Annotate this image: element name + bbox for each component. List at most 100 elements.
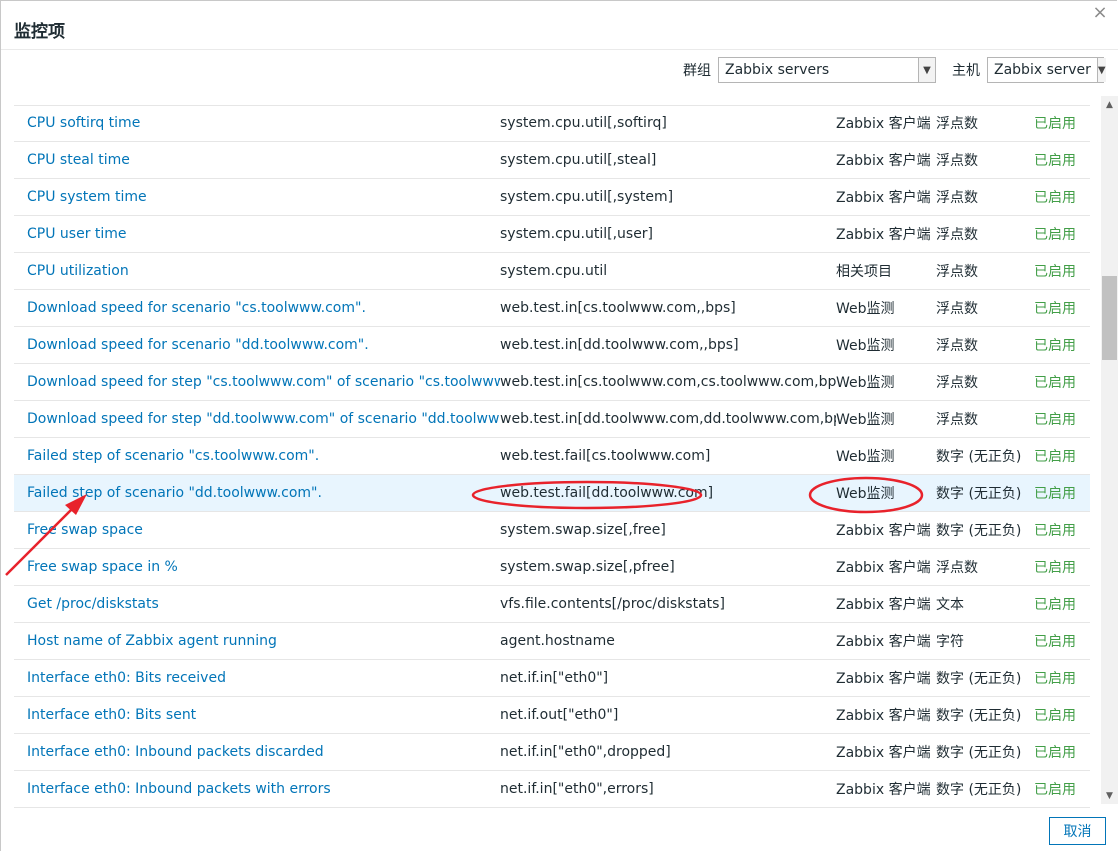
item-value-type: 浮点数 (936, 560, 978, 576)
item-value-type: 字符 (936, 634, 964, 650)
table-row: Download speed for step "cs.toolwww.com"… (14, 364, 1090, 401)
item-key: net.if.out["eth0"] (500, 707, 619, 723)
item-value-type: 文本 (936, 597, 964, 613)
item-status[interactable]: 已启用 (1034, 668, 1090, 688)
dialog-title: 监控项 (14, 22, 65, 42)
item-value-type: 浮点数 (936, 116, 978, 132)
item-status[interactable]: 已启用 (1034, 187, 1090, 207)
table-row: Host name of Zabbix agent running agent.h… (14, 623, 1090, 660)
table-row: Interface eth0: Inbound packets with err… (14, 771, 1090, 808)
vertical-scrollbar[interactable]: ▲ ▼ (1101, 96, 1118, 804)
group-select[interactable]: Zabbix servers ▼ (718, 57, 936, 83)
item-name-link[interactable]: Get /proc/diskstats (14, 596, 500, 612)
item-key: web.test.fail[dd.toolwww.com] (500, 485, 714, 501)
item-status[interactable]: 已启用 (1034, 779, 1090, 799)
item-name-link[interactable]: Download speed for step "cs.toolwww.com"… (14, 374, 500, 390)
item-key: net.if.in["eth0",dropped] (500, 744, 671, 760)
scroll-down-arrow-icon[interactable]: ▼ (1101, 787, 1118, 804)
host-select[interactable]: Zabbix server ▼ (987, 57, 1106, 83)
scroll-up-arrow-icon[interactable]: ▲ (1101, 96, 1118, 113)
item-type: Zabbix 客户端 (836, 190, 931, 206)
item-name-link[interactable]: Download speed for scenario "dd.toolwww.… (14, 337, 500, 353)
item-status[interactable]: 已启用 (1034, 594, 1090, 614)
host-filter-label: 主机 (952, 63, 980, 79)
item-type: Zabbix 客户端 (836, 634, 931, 650)
item-type: Zabbix 客户端 (836, 560, 931, 576)
item-key: agent.hostname (500, 633, 615, 649)
item-status[interactable]: 已启用 (1034, 298, 1090, 318)
item-status[interactable]: 已启用 (1034, 446, 1090, 466)
item-type: Web监测 (836, 449, 895, 465)
item-status[interactable]: 已启用 (1034, 631, 1090, 651)
item-name-link[interactable]: Interface eth0: Bits sent (14, 707, 500, 723)
item-type: Zabbix 客户端 (836, 523, 931, 539)
chevron-down-icon: ▼ (1096, 58, 1106, 82)
host-select-value: Zabbix server (994, 62, 1091, 78)
item-status[interactable]: 已启用 (1034, 705, 1090, 725)
item-name-link[interactable]: CPU utilization (14, 263, 500, 279)
item-name-link[interactable]: CPU softirq time (14, 115, 500, 131)
item-key: system.swap.size[,pfree] (500, 559, 675, 575)
item-key: web.test.in[cs.toolwww.com,,bps] (500, 300, 736, 316)
item-name-link[interactable]: CPU system time (14, 189, 500, 205)
item-name-link[interactable]: Download speed for scenario "cs.toolwww.… (14, 300, 500, 316)
item-type: Web监测 (836, 338, 895, 354)
table-row: CPU steal time system.cpu.util[,steal] Zab… (14, 142, 1090, 179)
item-type: Zabbix 客户端 (836, 597, 931, 613)
item-status[interactable]: 已启用 (1034, 409, 1090, 429)
item-name-link[interactable]: Free swap space in % (14, 559, 500, 575)
scroll-thumb[interactable] (1102, 276, 1117, 360)
item-name-link[interactable]: Failed step of scenario "dd.toolwww.com"… (14, 485, 500, 501)
item-key: web.test.fail[cs.toolwww.com] (500, 448, 711, 464)
table-row: CPU utilization system.cpu.util 相关项目 浮点数 已启用 (14, 253, 1090, 290)
item-value-type: 浮点数 (936, 153, 978, 169)
item-status[interactable]: 已启用 (1034, 113, 1090, 133)
item-value-type: 数字 (无正负) (936, 523, 1022, 539)
item-name-link[interactable]: CPU user time (14, 226, 500, 242)
table-row: Download speed for scenario "dd.toolwww.… (14, 327, 1090, 364)
item-status[interactable]: 已启用 (1034, 150, 1090, 170)
group-filter-label: 群组 (683, 63, 711, 79)
item-type: Zabbix 客户端 (836, 116, 931, 132)
cancel-button[interactable]: 取消 (1049, 817, 1106, 845)
table-row: Interface eth0: Inbound packets discarde… (14, 734, 1090, 771)
item-value-type: 浮点数 (936, 264, 978, 280)
item-key: system.cpu.util[,system] (500, 189, 674, 205)
item-value-type: 数字 (无正负) (936, 782, 1022, 798)
item-name-link[interactable]: Free swap space (14, 522, 500, 538)
item-name-link[interactable]: Interface eth0: Bits received (14, 670, 500, 686)
close-icon[interactable]: × (1092, 4, 1108, 22)
item-status[interactable]: 已启用 (1034, 261, 1090, 281)
divider (1, 49, 1118, 50)
table-row: Download speed for step "dd.toolwww.com"… (14, 401, 1090, 438)
item-status[interactable]: 已启用 (1034, 742, 1090, 762)
item-value-type: 浮点数 (936, 190, 978, 206)
item-status[interactable]: 已启用 (1034, 372, 1090, 392)
item-type: Zabbix 客户端 (836, 745, 931, 761)
table-row: Interface eth0: Bits received net.if.in["… (14, 660, 1090, 697)
item-status[interactable]: 已启用 (1034, 557, 1090, 577)
table-row: Get /proc/diskstats vfs.file.contents[/pr… (14, 586, 1090, 623)
item-type: Zabbix 客户端 (836, 153, 931, 169)
item-name-link[interactable]: CPU steal time (14, 152, 500, 168)
table-row: Failed step of scenario "cs.toolwww.com"… (14, 438, 1090, 475)
item-status[interactable]: 已启用 (1034, 483, 1090, 503)
item-name-link[interactable]: Download speed for step "dd.toolwww.com"… (14, 411, 500, 427)
group-select-value: Zabbix servers (725, 62, 830, 78)
item-key: web.test.in[dd.toolwww.com,dd.toolwww.co… (500, 411, 836, 427)
item-key: system.swap.size[,free] (500, 522, 666, 538)
item-type: Web监测 (836, 486, 895, 502)
item-name-link[interactable]: Host name of Zabbix agent running (14, 633, 500, 649)
item-status[interactable]: 已启用 (1034, 335, 1090, 355)
item-value-type: 数字 (无正负) (936, 745, 1022, 761)
item-value-type: 数字 (无正负) (936, 449, 1022, 465)
item-name-link[interactable]: Failed step of scenario "cs.toolwww.com"… (14, 448, 500, 464)
item-key: net.if.in["eth0"] (500, 670, 609, 686)
item-name-link[interactable]: Interface eth0: Inbound packets with err… (14, 781, 500, 797)
item-value-type: 浮点数 (936, 338, 978, 354)
item-name-link[interactable]: Interface eth0: Inbound packets discarde… (14, 744, 500, 760)
item-type: Web监测 (836, 375, 895, 391)
item-status[interactable]: 已启用 (1034, 520, 1090, 540)
table-row: CPU softirq time system.cpu.util[,softirq… (14, 105, 1090, 142)
item-status[interactable]: 已启用 (1034, 224, 1090, 244)
